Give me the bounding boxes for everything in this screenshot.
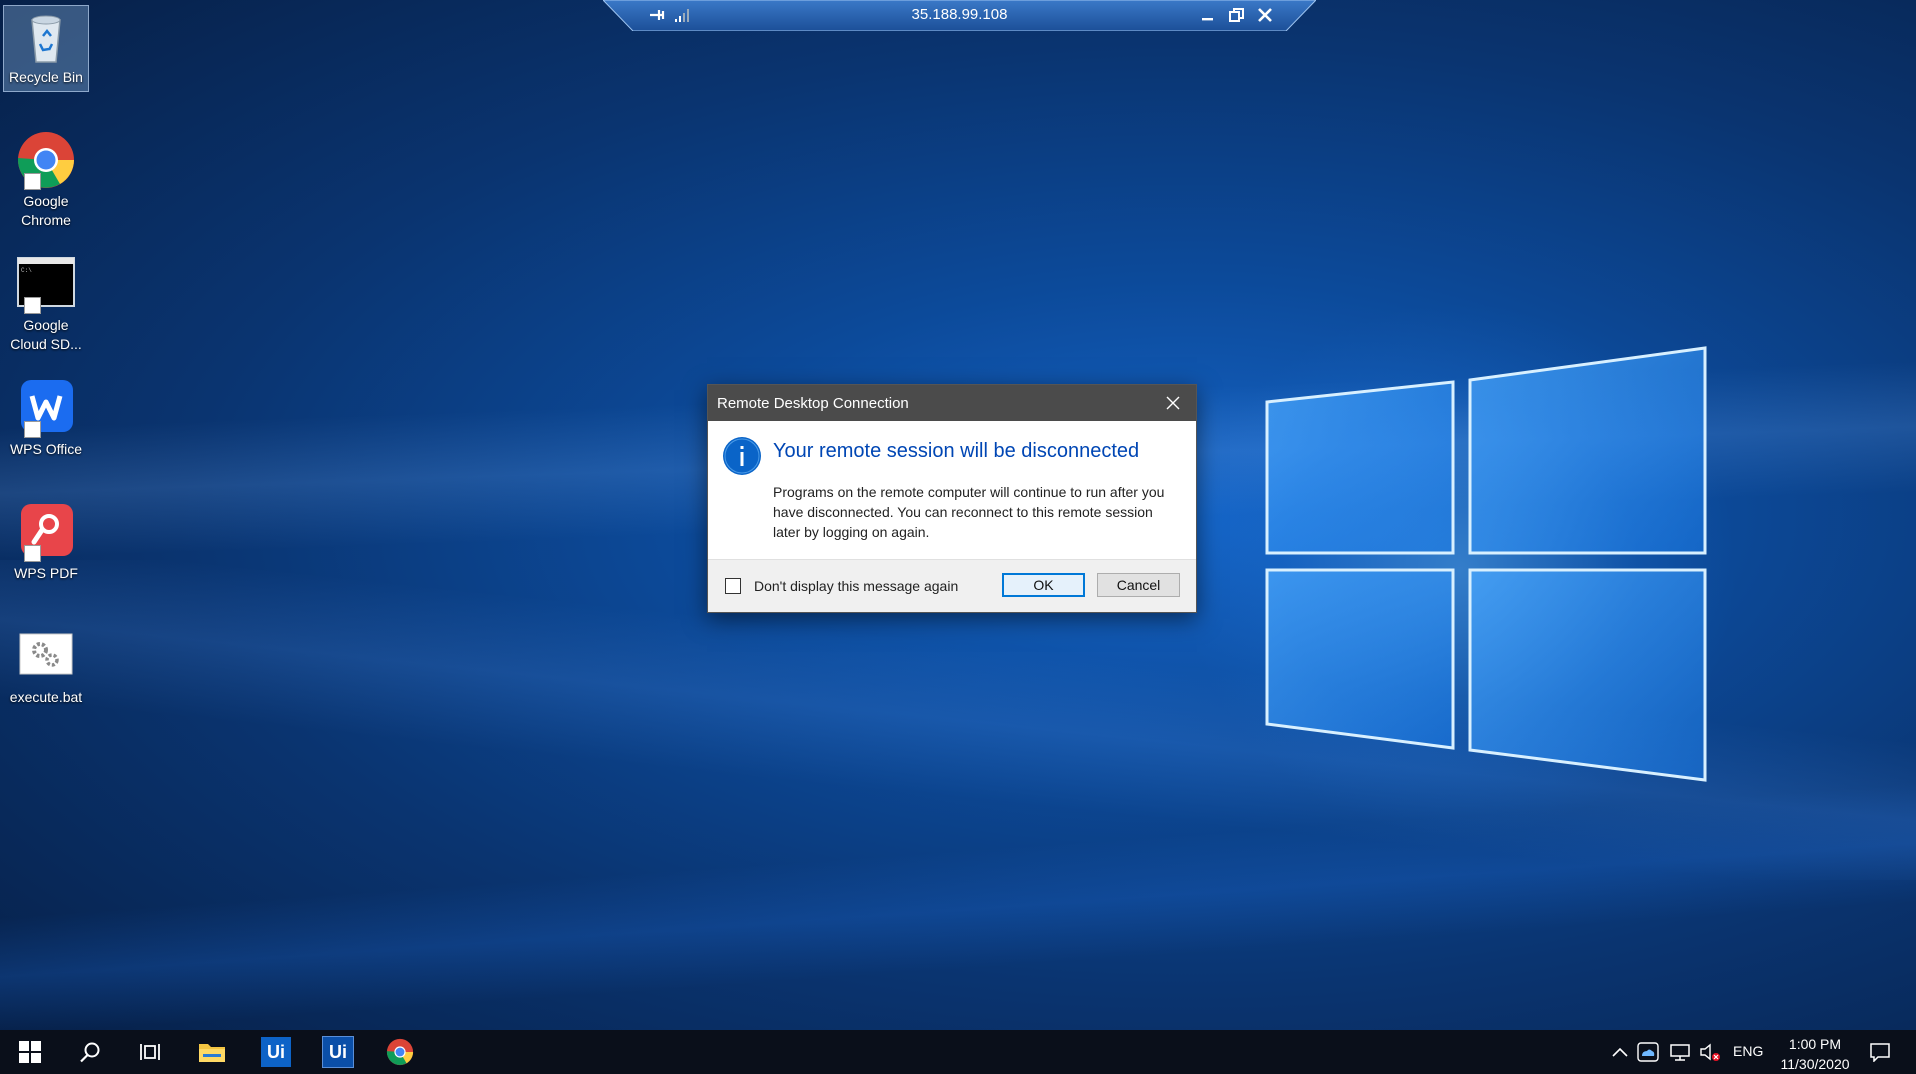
- shortcut-arrow-icon: [24, 545, 41, 562]
- cloud-sync-icon: [1637, 1042, 1659, 1062]
- uipath-icon-label: Ui: [329, 1041, 347, 1062]
- windows-logo-wallpaper: [1265, 346, 1707, 782]
- dialog-titlebar[interactable]: Remote Desktop Connection: [708, 385, 1196, 421]
- minimize-icon[interactable]: [1196, 3, 1220, 27]
- task-view-button[interactable]: [124, 1030, 176, 1074]
- recycle-bin-icon: [16, 6, 76, 66]
- taskbar-uipath-robot[interactable]: Ui: [312, 1030, 364, 1074]
- tray-onedrive[interactable]: [1630, 1030, 1666, 1074]
- desktop-icon-label: Recycle Bin: [9, 69, 83, 85]
- desktop-icon-label: Google Chrome: [21, 193, 71, 228]
- dont-show-again-label[interactable]: Don't display this message again: [754, 578, 958, 594]
- dialog-message: Programs on the remote computer will con…: [773, 484, 1165, 540]
- cancel-button[interactable]: Cancel: [1097, 573, 1180, 597]
- uipath-icon: Ui: [261, 1037, 291, 1067]
- uipath-icon: Ui: [322, 1036, 354, 1068]
- search-icon: [80, 1042, 100, 1063]
- desktop-icon-recycle-bin[interactable]: Recycle Bin: [3, 5, 89, 92]
- network-icon: [1670, 1044, 1690, 1061]
- svg-text:C:\: C:\: [21, 267, 32, 274]
- terminal-icon: C:\: [16, 254, 76, 314]
- notification-icon: [1870, 1043, 1890, 1062]
- uipath-icon-label: Ui: [267, 1041, 285, 1062]
- action-center-button[interactable]: [1858, 1030, 1902, 1074]
- desktop-icon-label: WPS PDF: [14, 565, 78, 581]
- clock-time: 1:00 PM: [1788, 1036, 1842, 1052]
- disconnect-dialog: Remote Desktop Connection Your remote se…: [707, 384, 1197, 613]
- batch-file-gears-icon: [16, 626, 76, 686]
- system-clock[interactable]: 1:00 PM 11/30/2020: [1770, 1034, 1860, 1074]
- wps-office-icon: [16, 378, 76, 438]
- dialog-footer: Don't display this message again OK Canc…: [708, 559, 1196, 612]
- desktop-icon-label: Google Cloud SD...: [10, 317, 82, 352]
- close-icon: [1166, 396, 1180, 410]
- info-icon: [723, 437, 761, 475]
- shortcut-arrow-icon: [24, 421, 41, 438]
- tray-volume[interactable]: [1692, 1030, 1728, 1074]
- remote-desktop-connection-bar: 35.188.99.108: [603, 0, 1316, 31]
- shortcut-arrow-icon: [24, 297, 41, 314]
- start-icon: [19, 1041, 41, 1063]
- dialog-close-button[interactable]: [1150, 385, 1196, 421]
- shortcut-arrow-icon: [24, 173, 41, 190]
- desktop-icon-label: execute.bat: [9, 689, 83, 705]
- dont-show-again-checkbox[interactable]: [725, 578, 741, 594]
- clock-date: 11/30/2020: [1780, 1056, 1850, 1072]
- start-button[interactable]: [4, 1030, 56, 1074]
- dialog-heading: Your remote session will be disconnected: [773, 440, 1140, 462]
- taskbar: Ui Ui ENG 1:00 PM 11/30/2020: [0, 1030, 1916, 1074]
- file-explorer-icon: [199, 1044, 225, 1062]
- chevron-up-icon: [1612, 1047, 1628, 1057]
- wps-pdf-icon: [16, 502, 76, 562]
- taskbar-chrome[interactable]: [374, 1030, 426, 1074]
- dialog-title: Remote Desktop Connection: [717, 394, 909, 412]
- close-icon[interactable]: [1253, 3, 1277, 27]
- input-language-indicator[interactable]: ENG: [1733, 1043, 1763, 1059]
- desktop-icon-label: WPS Office: [9, 441, 83, 457]
- desktop-icon-google-cloud-sdk[interactable]: C:\ Google Cloud SD...: [4, 254, 88, 354]
- chrome-icon: [16, 130, 76, 190]
- volume-muted-icon: [1700, 1043, 1720, 1061]
- desktop-icon-execute-bat[interactable]: execute.bat: [4, 626, 88, 707]
- desktop-icon-wps-pdf[interactable]: WPS PDF: [4, 502, 88, 583]
- taskbar-file-explorer[interactable]: [186, 1030, 238, 1074]
- desktop-icon-google-chrome[interactable]: Google Chrome: [4, 130, 88, 230]
- chrome-icon: [386, 1038, 414, 1066]
- desktop-icon-wps-office[interactable]: WPS Office: [4, 378, 88, 459]
- ok-button[interactable]: OK: [1002, 573, 1085, 597]
- search-button[interactable]: [64, 1030, 116, 1074]
- restore-icon[interactable]: [1225, 3, 1249, 27]
- task-view-icon: [140, 1044, 160, 1060]
- taskbar-uipath-studio[interactable]: Ui: [250, 1030, 302, 1074]
